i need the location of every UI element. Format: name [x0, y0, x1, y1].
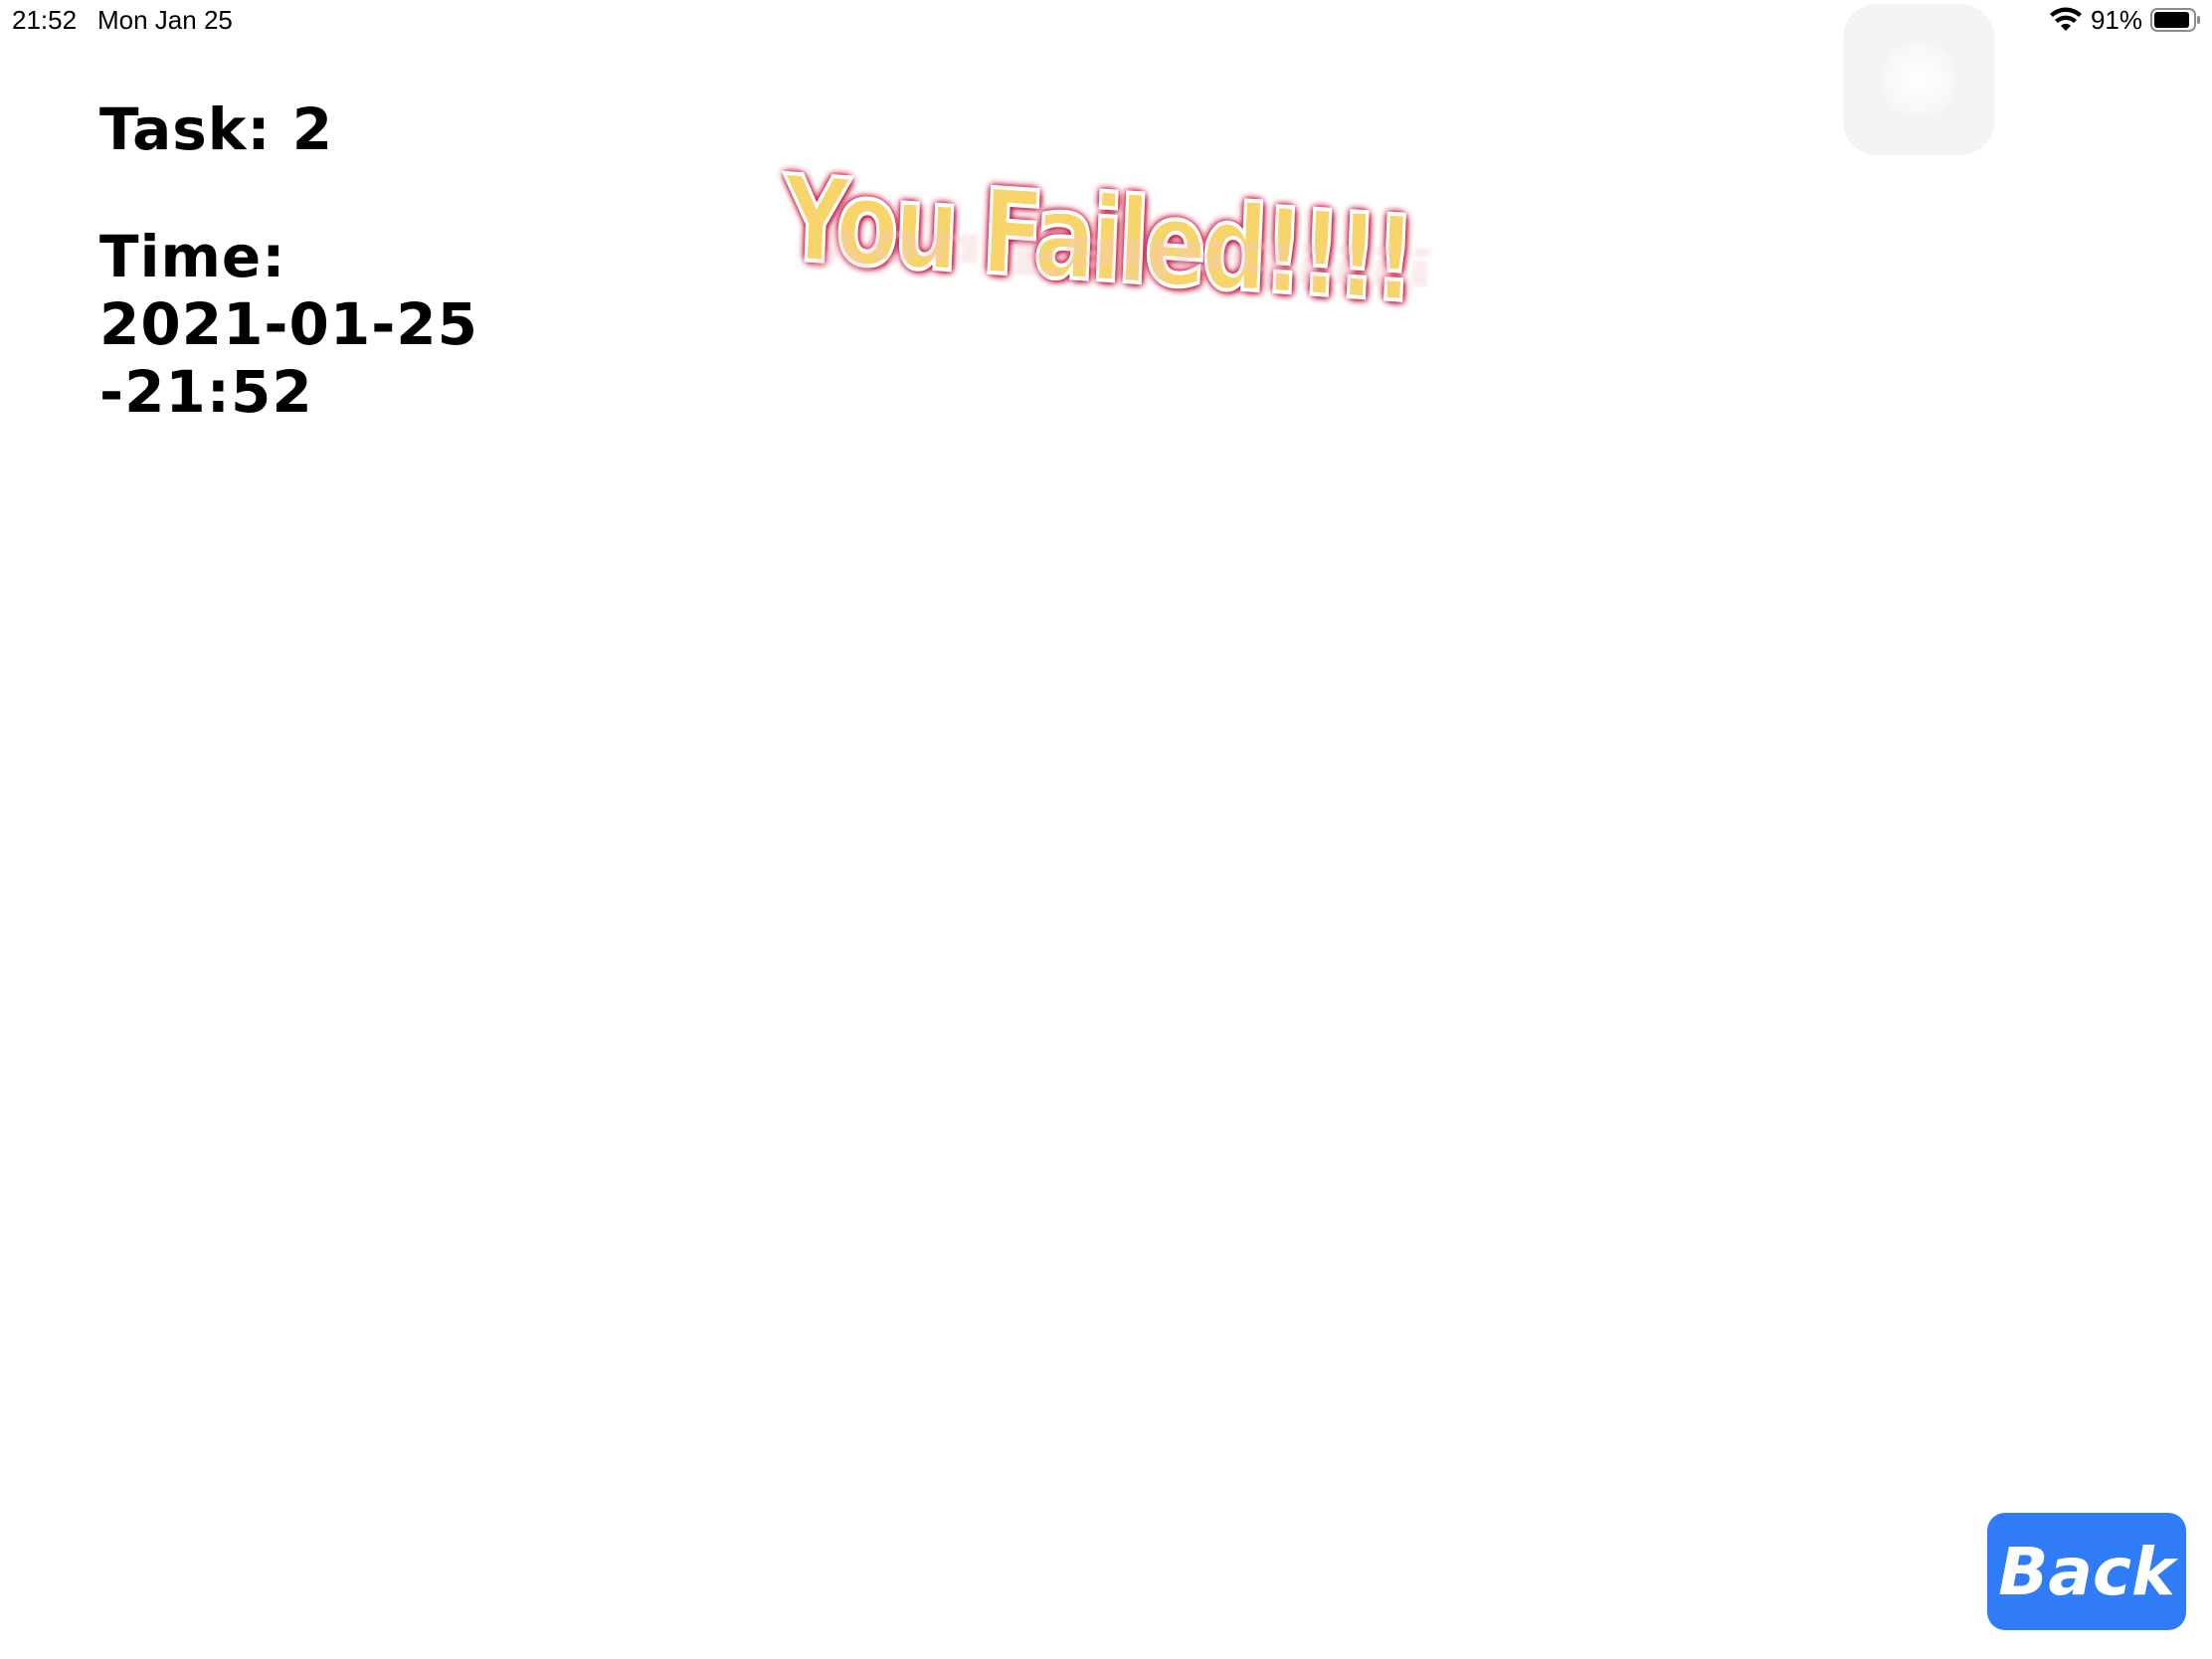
- battery-icon: [2150, 7, 2202, 33]
- time-date: 2021-01-25: [99, 290, 478, 358]
- assistive-touch-button[interactable]: [1843, 4, 1994, 155]
- assistive-touch-knob: [1880, 41, 1957, 118]
- time-block: Time: 2021-01-25 -21:52: [99, 223, 478, 426]
- task-label: Task: 2: [99, 95, 334, 163]
- back-button[interactable]: Back: [1987, 1513, 2186, 1630]
- status-date: Mon Jan 25: [97, 5, 233, 35]
- battery-percent: 91%: [2090, 4, 2142, 35]
- status-time: 21:52: [12, 5, 78, 35]
- wifi-icon: [2049, 7, 2083, 33]
- time-label: Time:: [99, 223, 286, 290]
- you-failed-banner: You Failed!!!! You Failed!!!!: [779, 147, 1442, 348]
- status-indicators: 91%: [2049, 5, 2202, 35]
- time-clock: -21:52: [99, 358, 313, 426]
